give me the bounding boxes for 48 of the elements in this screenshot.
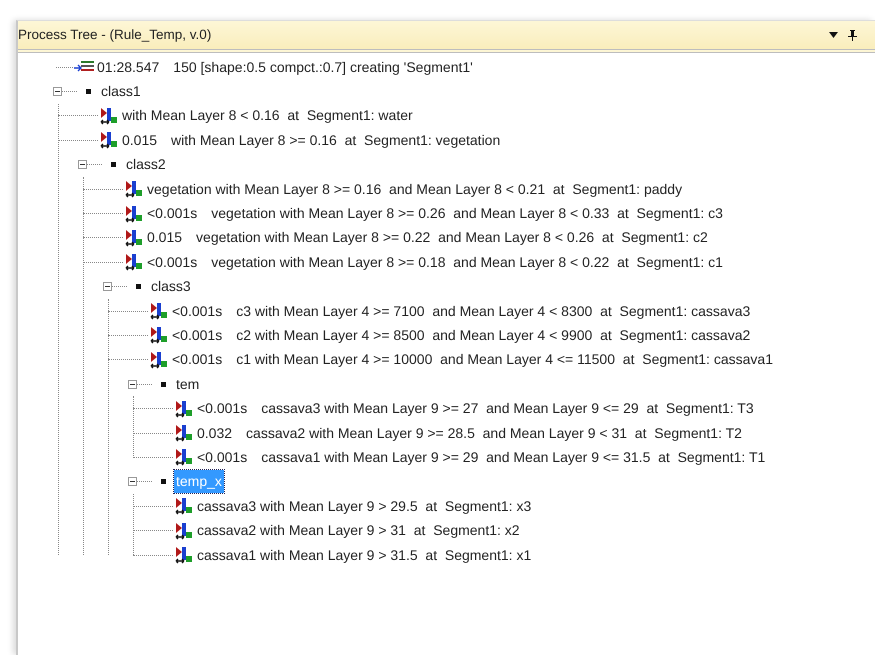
rule-step[interactable]: 0.032 cassava2 with Mean Layer 9 >= 28.5 and Mean Layer 9 < 31 at Segment1: T2 — [197, 422, 742, 444]
segmentation-step[interactable]: 01:28.547 150 [shape:0.5 compct.:0.7] creating 'Segment1' — [97, 56, 473, 78]
rule-icon — [173, 448, 193, 466]
rule-icon — [123, 180, 143, 198]
rule-icon — [148, 302, 168, 320]
class-node[interactable]: class3 — [149, 275, 193, 298]
rule-icon — [148, 326, 168, 344]
class-bullet-icon — [136, 284, 140, 290]
rule-step[interactable]: <0.001s cassava3 with Mean Layer 9 >= 27 and Mean Layer 9 <= 29 at Segment1: T3 — [197, 398, 754, 420]
class-bullet-icon — [160, 382, 166, 387]
collapse-toggle[interactable] — [78, 160, 87, 170]
rule-step[interactable]: 0.015 vegetation with Mean Layer 8 >= 0.22 and Mean Layer 8 < 0.26 at Segment1: c2 — [147, 227, 708, 248]
rule-step[interactable]: <0.001s vegetation with Mean Layer 8 >= 0.26 and Mean Layer 8 < 0.33 at Segment1: c3 — [147, 203, 723, 224]
rule-step[interactable]: cassava2 with Mean Layer 9 > 31 at Segment1: x2 — [197, 520, 520, 542]
rule-step[interactable]: cassava1 with Mean Layer 9 > 31.5 at Segment1: x1 — [197, 544, 532, 566]
rule-step[interactable]: with Mean Layer 8 < 0.16 at Segment1: water — [122, 105, 413, 126]
rule-icon — [123, 253, 143, 272]
rule-step[interactable]: <0.001s c1 with Mean Layer 4 >= 10000 and Mean Layer 4 <= 11500 at Segment1: cassava1 — [172, 349, 773, 370]
rule-step[interactable]: <0.001s c3 with Mean Layer 4 >= 7100 and Mean Layer 4 < 8300 at Segment1: cassava3 — [172, 300, 750, 322]
rule-step[interactable]: <0.001s c2 with Mean Layer 4 >= 8500 and Mean Layer 4 < 9900 at Segment1: cassava2 — [172, 324, 750, 346]
rule-icon — [173, 497, 193, 516]
rule-icon — [123, 204, 143, 223]
rule-icon — [98, 131, 118, 150]
class-node[interactable]: tem — [174, 372, 202, 396]
dropdown-icon[interactable] — [829, 32, 838, 38]
collapse-toggle[interactable] — [128, 380, 137, 389]
rule-icon — [173, 424, 193, 442]
rule-icon — [173, 522, 193, 540]
rule-icon — [173, 546, 193, 564]
rule-icon — [173, 400, 193, 418]
rule-step[interactable]: cassava3 with Mean Layer 9 > 29.5 at Segment1: x3 — [197, 496, 532, 517]
rule-step[interactable]: <0.001s cassava1 with Mean Layer 9 >= 29 and Mean Layer 9 <= 31.5 at Segment1: T1 — [197, 446, 766, 468]
collapse-toggle[interactable] — [128, 477, 137, 486]
class-node[interactable]: class1 — [99, 80, 143, 104]
class-bullet-icon — [160, 479, 166, 484]
class-bullet-icon — [86, 89, 90, 94]
rule-step[interactable]: <0.001s vegetation with Mean Layer 8 >= 0.18 and Mean Layer 8 < 0.22 at Segment1: c1 — [147, 252, 723, 273]
rule-icon — [148, 350, 168, 369]
rule-icon — [123, 228, 143, 247]
class-node[interactable]: class2 — [124, 153, 168, 176]
rule-step[interactable]: 0.015 with Mean Layer 8 >= 0.16 at Segment1: vegetation — [122, 130, 500, 151]
collapse-toggle[interactable] — [103, 282, 112, 292]
class-bullet-icon — [110, 162, 116, 168]
collapse-toggle[interactable] — [53, 87, 62, 96]
rule-step[interactable]: vegetation with Mean Layer 8 >= 0.16 and Mean Layer 8 < 0.21 at Segment1: paddy — [147, 178, 682, 200]
pin-icon[interactable] — [848, 30, 857, 40]
panel-title: Process Tree - (Rule_Temp, v.0) — [18, 26, 212, 44]
rule-icon — [98, 106, 118, 125]
